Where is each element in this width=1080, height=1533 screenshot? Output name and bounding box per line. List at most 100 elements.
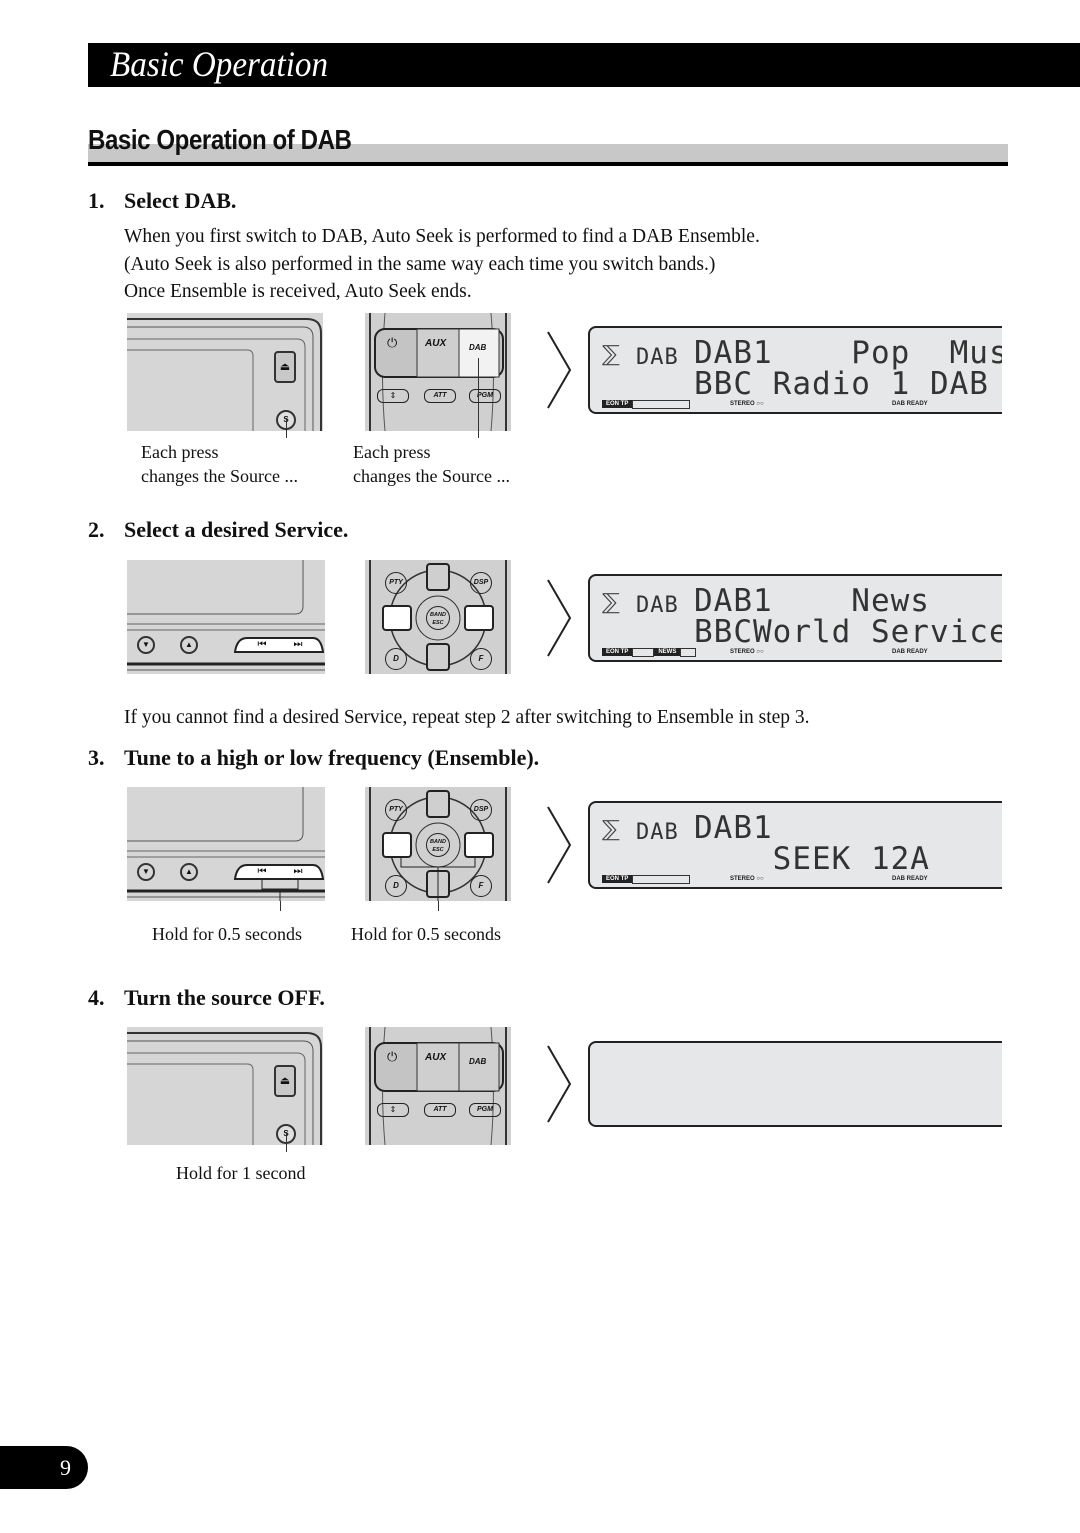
dab-button[interactable]: DAB <box>469 1057 486 1066</box>
direction-button[interactable]: ⇕ <box>377 1103 409 1117</box>
head-unit-buttons-illustration: ▼ ▲ ⏮ ⏭ <box>127 787 325 901</box>
down-button[interactable]: ▼ <box>137 636 155 654</box>
dab-button[interactable]: DAB <box>469 343 486 352</box>
lcd-line-1: DAB1 Pop Mus <box>694 335 1002 371</box>
caption-head-unit: Each press changes the Source ... <box>141 440 298 488</box>
direction-button[interactable]: ⇕ <box>377 389 409 403</box>
lcd-line-1: DAB1 News <box>694 583 930 619</box>
antenna-icon: ⅀ <box>602 590 620 615</box>
antenna-icon: ⅀ <box>602 342 620 367</box>
d-button[interactable]: D <box>385 875 407 897</box>
caption-line: changes the Source ... <box>353 466 510 486</box>
remote-joystick-illustration: PTY DSP BAND ESC D F <box>365 787 511 901</box>
antenna-icon: ⅀ <box>602 817 620 842</box>
caption-line: Each press <box>141 442 219 462</box>
dsp-button[interactable]: DSP <box>470 799 492 821</box>
callout-line <box>478 358 479 438</box>
remote-control-illustration: ⏻ AUX DAB ⇕ ATT PGM <box>365 313 511 431</box>
eject-button[interactable]: ⏏ <box>274 351 296 383</box>
pty-button[interactable]: PTY <box>385 572 407 594</box>
step-2-title: 2. Select a desired Service. <box>88 517 348 543</box>
up-button[interactable]: ▲ <box>180 863 198 881</box>
lcd-line-2: BBCWorld Service <box>694 614 1002 650</box>
step-4-title: 4. Turn the source OFF. <box>88 985 325 1011</box>
stereo-indicator: STEREO ○○ <box>730 401 764 407</box>
eject-icon: ⏏ <box>279 1075 291 1087</box>
stereo-indicator: STEREO ○○ <box>730 649 764 655</box>
arrow-right-icon <box>547 331 572 409</box>
pty-button[interactable]: PTY <box>385 799 407 821</box>
step-label: Select DAB. <box>124 188 237 213</box>
indicator-box <box>680 648 697 657</box>
callout-line <box>286 418 287 438</box>
eon-tp-indicator: EON TP <box>602 400 633 408</box>
step-number: 1. <box>88 188 105 213</box>
band-esc-button[interactable]: BAND ESC <box>426 606 450 630</box>
lcd-dab-icon: DAB <box>636 593 679 618</box>
band-esc-button[interactable]: BAND ESC <box>426 833 450 857</box>
dab-ready-indicator: DAB READY <box>892 876 928 882</box>
lcd-line-1: DAB1 <box>694 810 773 846</box>
att-button[interactable]: ATT <box>424 389 456 403</box>
lcd-line-2: SEEK 12A <box>694 841 930 877</box>
d-button[interactable]: D <box>385 648 407 670</box>
callout-line <box>286 1132 287 1152</box>
att-button[interactable]: ATT <box>424 1103 456 1117</box>
step-1-description: When you first switch to DAB, Auto Seek … <box>124 223 760 306</box>
paragraph-line: (Auto Seek is also performed in the same… <box>124 253 716 275</box>
lcd-dab-icon: DAB <box>636 345 679 370</box>
lcd-indicator-row: EON TP <box>602 875 691 884</box>
lcd-display-step-2: ⅀ DAB DAB1 News BBCWorld Service EON TP … <box>588 574 1002 662</box>
caption-line: Each press <box>353 442 431 462</box>
pgm-button[interactable]: PGM <box>469 1103 501 1117</box>
next-track-button[interactable]: ⏭ <box>283 866 313 877</box>
callout-line <box>438 901 439 911</box>
arrow-right-icon <box>547 579 572 657</box>
esc-label: ESC <box>432 847 444 853</box>
caption-head-unit: Hold for 1 second <box>176 1163 306 1183</box>
head-unit-illustration: ⏏ S <box>127 313 323 431</box>
pgm-button[interactable]: PGM <box>469 389 501 403</box>
lcd-display-step-4-blank <box>588 1041 1002 1127</box>
dsp-button[interactable]: DSP <box>470 572 492 594</box>
lcd-indicator-row: EON TP <box>602 400 691 409</box>
page-number: 9 <box>60 1455 71 1480</box>
prev-track-button[interactable]: ⏮ <box>247 639 277 650</box>
f-button[interactable]: F <box>470 875 492 897</box>
caption-head-unit: Hold for 0.5 seconds <box>152 924 302 944</box>
stereo-indicator: STEREO ○○ <box>730 876 764 882</box>
remote-control-illustration: ⏻ AUX DAB ⇕ ATT PGM <box>365 1027 511 1145</box>
band-label: BAND <box>430 839 446 845</box>
lcd-display-step-3: ⅀ DAB DAB1 SEEK 12A EON TP STEREO ○○ DAB… <box>588 801 1002 889</box>
eject-button[interactable]: ⏏ <box>274 1065 296 1097</box>
step-label: Tune to a high or low frequency (Ensembl… <box>124 745 540 770</box>
remote-joystick-illustration: PTY DSP BAND ESC D F <box>365 560 511 674</box>
paragraph-line: When you first switch to DAB, Auto Seek … <box>124 226 760 247</box>
lcd-dab-icon: DAB <box>636 820 679 845</box>
up-button[interactable]: ▲ <box>180 636 198 654</box>
aux-button[interactable]: AUX <box>425 338 446 349</box>
step-1-title: 1. Select DAB. <box>88 188 236 214</box>
eon-tp-indicator: EON TP <box>602 648 633 656</box>
band-label: BAND <box>430 612 446 618</box>
caption-remote: Hold for 0.5 seconds <box>351 924 501 944</box>
head-unit-illustration: ⏏ S <box>127 1027 323 1145</box>
down-button[interactable]: ▼ <box>137 863 155 881</box>
news-indicator-box <box>632 400 691 409</box>
dab-ready-indicator: DAB READY <box>892 649 928 655</box>
aux-button[interactable]: AUX <box>425 1052 446 1063</box>
eject-icon: ⏏ <box>279 361 291 373</box>
page-number-tab <box>0 1446 88 1489</box>
f-button[interactable]: F <box>470 648 492 670</box>
paragraph-line: Once Ensemble is received, Auto Seek end… <box>124 281 472 302</box>
dab-ready-indicator: DAB READY <box>892 401 928 407</box>
prev-track-button[interactable]: ⏮ <box>247 866 277 877</box>
step-number: 3. <box>88 745 105 770</box>
eon-tp-indicator: EON TP <box>602 875 633 883</box>
caption-remote: Each press changes the Source ... <box>353 440 510 488</box>
esc-label: ESC <box>432 620 444 626</box>
power-icon: ⏻ <box>387 335 398 350</box>
step-label: Select a desired Service. <box>124 517 349 542</box>
next-track-button[interactable]: ⏭ <box>283 639 313 650</box>
lcd-indicator-row: EON TP NEWS <box>602 648 697 657</box>
